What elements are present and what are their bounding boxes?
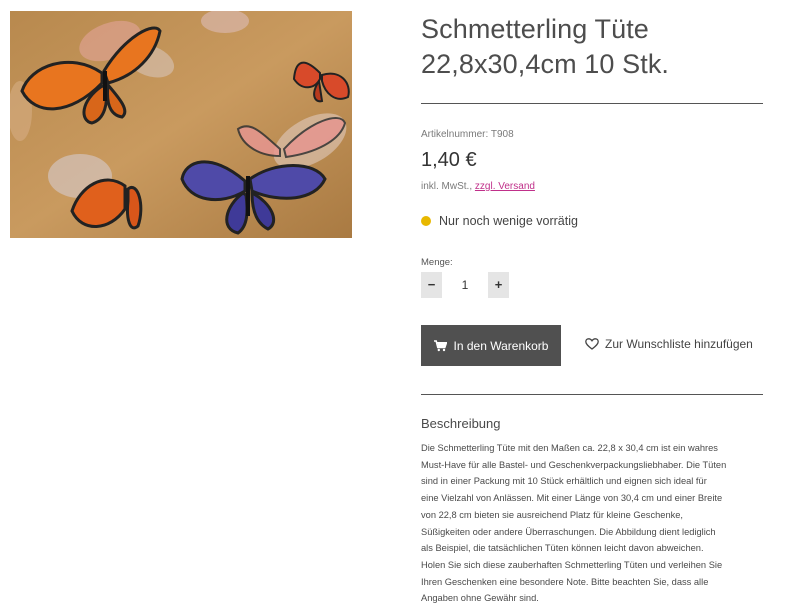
quantity-stepper: − 1 + bbox=[421, 271, 509, 298]
sku-value: T908 bbox=[490, 129, 514, 140]
shipping-link[interactable]: zzgl. Versand bbox=[475, 181, 535, 192]
tax-info: inkl. MwSt., zzgl. Versand bbox=[421, 181, 535, 192]
price: 1,40 € bbox=[421, 149, 477, 171]
sku-label: Artikelnummer: bbox=[421, 129, 489, 140]
description-line: als Beispiel, die tatsächlichen Tüten kö… bbox=[421, 543, 704, 554]
stock-status: Nur noch wenige vorrätig bbox=[421, 214, 578, 228]
increment-button[interactable]: + bbox=[488, 271, 509, 298]
divider bbox=[421, 103, 763, 104]
tax-text: inkl. MwSt., bbox=[421, 181, 473, 192]
stock-indicator-icon bbox=[421, 216, 431, 226]
decrement-button[interactable]: − bbox=[421, 271, 442, 298]
quantity-label: Menge: bbox=[421, 257, 453, 268]
product-image[interactable] bbox=[10, 11, 352, 238]
divider bbox=[421, 394, 763, 395]
description-heading: Beschreibung bbox=[421, 416, 501, 431]
butterfly-photo bbox=[10, 11, 352, 238]
quantity-input[interactable]: 1 bbox=[442, 278, 488, 292]
description-line: Holen Sie sich diese zauberhaften Schmet… bbox=[421, 559, 723, 570]
add-to-wishlist-button[interactable]: Zur Wunschliste hinzufügen bbox=[585, 337, 753, 351]
description-line: von 22,8 cm bieten sie ausreichend Platz… bbox=[421, 509, 684, 520]
description-line: Süßigkeiten oder andere Überraschungen. … bbox=[421, 526, 716, 537]
wishlist-label: Zur Wunschliste hinzufügen bbox=[605, 337, 753, 351]
description-line: Die Schmetterling Tüte mit den Maßen ca.… bbox=[421, 443, 718, 453]
sku: Artikelnummer: T908 bbox=[421, 129, 514, 140]
add-to-cart-label: In den Warenkorb bbox=[453, 338, 549, 353]
description-line: Must-Have für alle Bastel- und Geschenkv… bbox=[421, 459, 727, 470]
add-to-cart-button[interactable]: In den Warenkorb bbox=[421, 325, 561, 366]
description-line: Angaben ohne Gewähr sind. bbox=[421, 593, 539, 604]
cart-icon bbox=[433, 339, 447, 351]
heart-icon bbox=[585, 338, 599, 350]
title-line-2: 22,8x30,4cm 10 Stk. bbox=[421, 49, 670, 79]
description-line: Ihren Geschenken eine besondere Note. Bi… bbox=[421, 576, 709, 587]
description-line: sind in einer Packung mit 10 Stück erhäl… bbox=[421, 476, 707, 487]
title-line-1: Schmetterling Tüte bbox=[421, 14, 649, 44]
description-text: Die Schmetterling Tüte mit den Maßen ca.… bbox=[421, 440, 763, 607]
description-line: eine Vielzahl von Anlässen. Mit einer Lä… bbox=[421, 493, 723, 504]
page-title: Schmetterling Tüte 22,8x30,4cm 10 Stk. bbox=[421, 12, 763, 82]
stock-text: Nur noch wenige vorrätig bbox=[439, 214, 578, 228]
